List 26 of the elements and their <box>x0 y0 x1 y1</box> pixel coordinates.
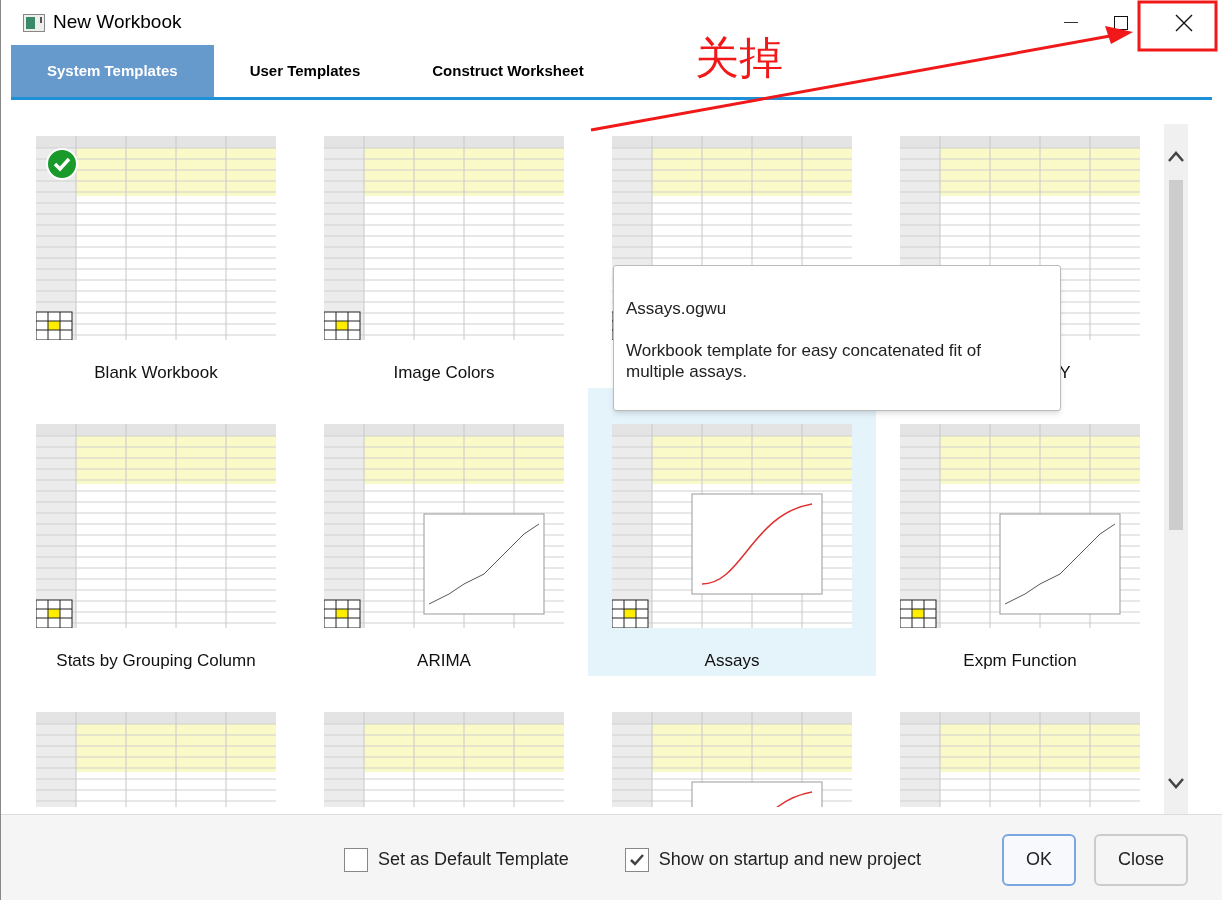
scroll-up-icon[interactable] <box>1168 150 1184 162</box>
template-name: Y <box>1059 362 1071 384</box>
template-name: ARIMA <box>417 650 471 672</box>
template-name: Stats by Grouping Column <box>56 650 256 672</box>
checkmark-icon <box>629 853 644 866</box>
app-icon <box>23 13 45 32</box>
checkbox[interactable] <box>344 847 368 872</box>
template-name: Expm Function <box>963 650 1077 672</box>
checkbox-label[interactable]: Set as Default Template <box>378 846 569 873</box>
checkbox-label[interactable]: Show on startup and new project <box>658 846 921 873</box>
scrollbar-thumb[interactable] <box>1169 180 1183 530</box>
checkbox[interactable] <box>624 847 649 872</box>
minimize-icon <box>1064 21 1078 24</box>
template-tile[interactable]: Assays <box>588 388 876 676</box>
dialog-button[interactable]: OK <box>1002 833 1076 886</box>
template-name: Blank Workbook <box>94 362 218 384</box>
template-name: Assays <box>704 650 760 672</box>
dialog-button[interactable]: Close <box>1094 833 1188 886</box>
tooltip-title: Assays.ogwu <box>626 298 728 320</box>
window-title: New Workbook <box>53 10 182 35</box>
close-icon <box>1175 13 1193 32</box>
template-name: Image Colors <box>393 362 495 384</box>
scrollbar[interactable] <box>1164 124 1188 814</box>
scroll-down-icon[interactable] <box>1168 778 1184 790</box>
maximize-icon <box>1114 15 1128 30</box>
annotation-text: 关掉 <box>695 31 783 85</box>
